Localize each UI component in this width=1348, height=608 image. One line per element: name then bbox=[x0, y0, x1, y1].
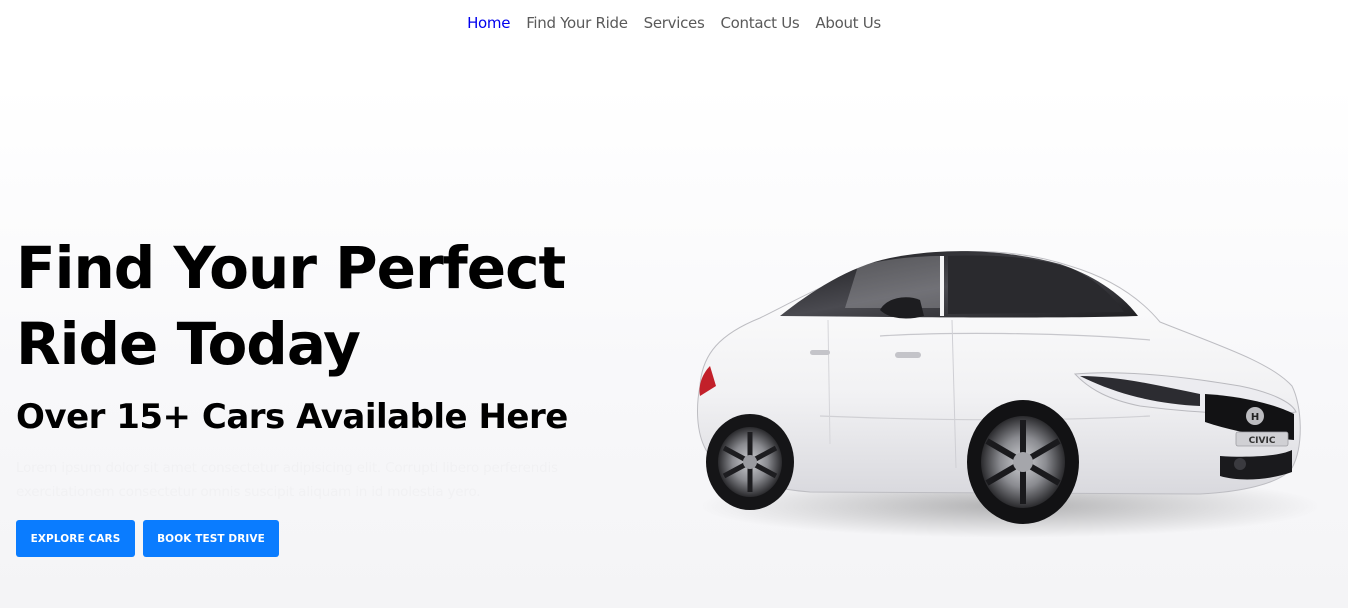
hero-description: Lorem ipsum dolor sit amet consectetur a… bbox=[16, 460, 558, 500]
grille-logo-icon: H bbox=[1246, 407, 1264, 425]
nav-link-find-your-ride[interactable]: Find Your Ride bbox=[526, 14, 628, 32]
car-badge: CIVIC bbox=[1249, 436, 1276, 446]
nav-link-home[interactable]: Home bbox=[467, 14, 510, 32]
front-wheel bbox=[967, 400, 1079, 524]
svg-text:H: H bbox=[1251, 412, 1259, 423]
hero-section: Find Your Perfect Ride Today Over 15+ Ca… bbox=[0, 84, 1348, 608]
book-test-drive-button[interactable]: BOOK TEST DRIVE bbox=[143, 520, 279, 557]
nav-link-about-us[interactable]: About Us bbox=[815, 14, 881, 32]
rear-wheel bbox=[706, 414, 794, 510]
top-navbar: Home Find Your Ride Services Contact Us … bbox=[0, 0, 1348, 46]
hero-subtitle: Over 15+ Cars Available Here bbox=[16, 397, 568, 437]
nav-link-services[interactable]: Services bbox=[644, 14, 705, 32]
hero-title: Find Your Perfect Ride Today bbox=[16, 234, 566, 378]
hero-car-image: H CIVIC bbox=[680, 236, 1320, 546]
explore-cars-button[interactable]: EXPLORE CARS bbox=[16, 520, 135, 557]
nav-link-contact-us[interactable]: Contact Us bbox=[720, 14, 799, 32]
